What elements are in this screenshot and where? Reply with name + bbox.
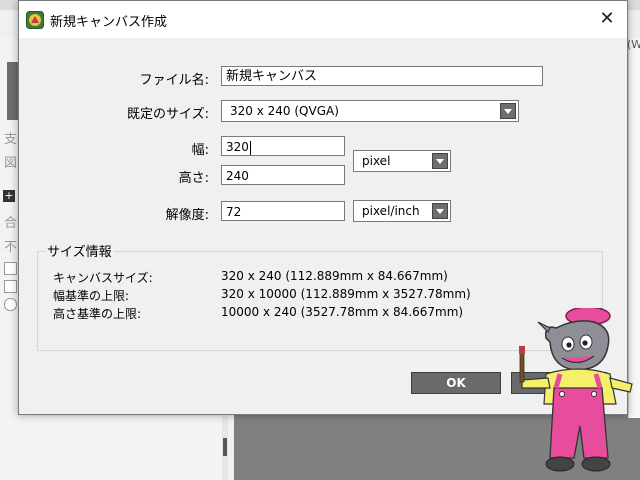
preset-size-select[interactable]: 320 x 240 (QVGA) (221, 100, 519, 122)
chevron-down-icon[interactable] (432, 153, 448, 169)
height-input[interactable]: 240 (221, 165, 345, 185)
resolution-label: 解像度: (165, 208, 209, 223)
ok-button[interactable]: OK (411, 372, 501, 394)
width-input[interactable]: 320 (221, 136, 345, 156)
background-right-text: (W (627, 38, 640, 51)
info-value: 10000 x 240 (3527.78mm x 84.667mm) (221, 305, 464, 319)
scrollbar-thumb[interactable] (223, 438, 227, 456)
background-glyph: 不 (4, 240, 18, 255)
info-key: 幅基準の上限: (53, 289, 130, 303)
info-key: 高さ基準の上限: (53, 307, 142, 321)
resolution-input[interactable]: 72 (221, 201, 345, 221)
dialog-titlebar[interactable]: 新規キャンバス作成 ✕ (19, 1, 627, 38)
preset-size-value: 320 x 240 (QVGA) (230, 104, 339, 118)
close-icon[interactable]: ✕ (593, 6, 621, 32)
file-name-input[interactable]: 新規キャンバス (221, 66, 543, 86)
width-label: 幅: (191, 143, 209, 158)
text-cursor (249, 140, 251, 155)
mascot-character (519, 308, 633, 472)
app-icon (26, 11, 44, 29)
background-glyph: 図 (4, 156, 18, 171)
chevron-down-icon[interactable] (500, 103, 516, 119)
preset-size-label: 既定のサイズ: (127, 107, 209, 122)
background-radio[interactable] (4, 298, 17, 311)
resolution-unit-select[interactable]: pixel/inch (353, 200, 451, 222)
height-label: 高さ: (178, 171, 209, 186)
background-checkbox[interactable] (4, 262, 17, 275)
size-info-title: サイズ情報 (45, 241, 114, 260)
width-value: 320 (226, 140, 249, 154)
background-glyph: 支 (4, 132, 18, 147)
dialog-title: 新規キャンバス作成 (50, 15, 168, 30)
info-key: キャンバスサイズ: (53, 271, 153, 285)
resolution-unit-value: pixel/inch (362, 204, 420, 218)
info-value: 320 x 240 (112.889mm x 84.667mm) (221, 269, 448, 283)
size-unit-value: pixel (362, 154, 391, 168)
info-value: 320 x 10000 (112.889mm x 3527.78mm) (221, 287, 471, 301)
chevron-down-icon[interactable] (432, 203, 448, 219)
plus-icon[interactable]: + (3, 190, 15, 202)
file-name-label: ファイル名: (139, 73, 209, 88)
background-checkbox[interactable] (4, 280, 17, 293)
size-unit-select[interactable]: pixel (353, 150, 451, 172)
background-glyph: 合 (4, 216, 18, 231)
